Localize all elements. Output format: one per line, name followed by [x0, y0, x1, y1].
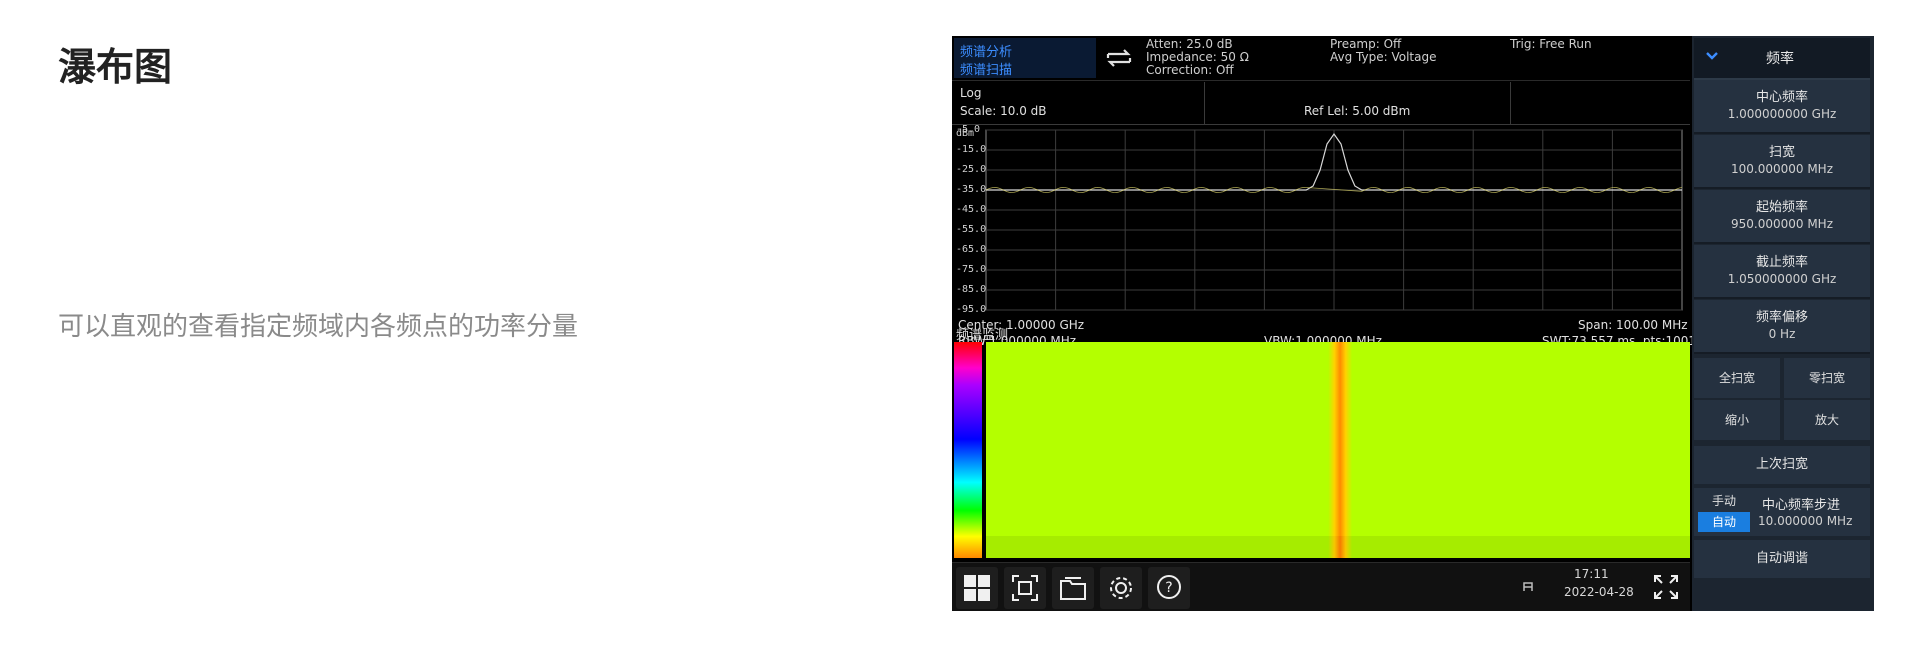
start-freq-label: 起始频率: [1755, 200, 1808, 215]
screenshot-icon[interactable]: [1004, 567, 1046, 609]
center-step-label: 中心频率步进: [1762, 498, 1841, 513]
menu-header[interactable]: 频率: [1694, 38, 1870, 80]
waterfall-recent-rows: [986, 536, 1690, 558]
center-freq-value: 1.000000000 GHz: [1727, 107, 1837, 121]
svg-text:?: ?: [1165, 580, 1172, 596]
ref-level-value: Ref Lel: 5.00 dBm: [1304, 104, 1411, 118]
trig-readout: Trig: Free Run: [1510, 37, 1592, 51]
spectrum-plot[interactable]: [952, 128, 1690, 318]
scale-box: Log Scale: 10.0 dB: [952, 82, 1205, 125]
center-step-control: 手动 自动 中心频率步进 10.000000 MHz: [1694, 488, 1870, 536]
frequency-menu: 频率 中心频率 1.000000000 GHz 扫宽 100.000000 MH…: [1692, 36, 1874, 611]
clock-date: 2022-04-28: [1564, 585, 1634, 599]
span-value: 100.000000 MHz: [1730, 162, 1834, 176]
auto-toggle[interactable]: 自动: [1698, 512, 1750, 532]
full-span-button[interactable]: 全扫宽: [1694, 358, 1780, 398]
mode-selector[interactable]: 频谱分析 频谱扫描: [954, 38, 1096, 78]
center-step-value: 10.000000 MHz: [1758, 514, 1853, 528]
ref-level-box: Ref Lel: 5.00 dBm: [1204, 82, 1511, 125]
user-icon[interactable]: [1520, 577, 1536, 597]
chevron-down-icon: [1706, 52, 1718, 60]
freq-offset-label: 频率偏移: [1755, 310, 1808, 325]
marker-box: [1510, 82, 1690, 125]
span-readout: Span: 100.00 MHz: [1578, 318, 1688, 332]
stop-freq-value: 1.050000000 GHz: [1727, 272, 1837, 286]
fullscreen-icon[interactable]: [1652, 573, 1680, 605]
page-title: 瀑布图: [58, 45, 173, 89]
repeat-icon[interactable]: [1100, 42, 1138, 74]
page-description: 可以直观的查看指定频域内各频点的功率分量: [58, 312, 579, 342]
mode-analysis-label: 频谱分析: [960, 45, 1013, 60]
color-scale-bar: [954, 342, 982, 558]
gear-icon[interactable]: [1100, 567, 1142, 609]
correction-readout: Correction: Off: [1146, 63, 1234, 77]
stop-freq-label: 截止频率: [1755, 255, 1808, 270]
span-label: 扫宽: [1768, 145, 1795, 160]
layout-grid-icon[interactable]: [956, 567, 998, 609]
manual-toggle[interactable]: 手动: [1698, 492, 1750, 510]
scale-value: Scale: 10.0 dB: [960, 104, 1047, 118]
trace-panel[interactable]: Log Scale: 10.0 dB Ref Lel: 5.00 dBm dBm…: [952, 82, 1696, 352]
last-span-button[interactable]: 上次扫宽: [1694, 446, 1870, 484]
clock-time: 17:11: [1574, 567, 1609, 581]
auto-tune-button[interactable]: 自动调谐: [1694, 540, 1870, 578]
freq-offset-value: 0 Hz: [1768, 327, 1796, 341]
zoom-out-button[interactable]: 缩小: [1694, 400, 1780, 440]
zero-span-button[interactable]: 零扫宽: [1784, 358, 1870, 398]
bottom-toolbar: ? 17:11 2022-04-28: [952, 562, 1690, 611]
scale-type: Log: [960, 86, 982, 100]
folder-icon[interactable]: [1052, 567, 1094, 609]
center-freq-label: 中心频率: [1755, 90, 1808, 105]
menu-title: 频率: [1766, 51, 1794, 67]
freq-offset-button[interactable]: 频率偏移 0 Hz: [1694, 300, 1870, 354]
start-freq-button[interactable]: 起始频率 950.000000 MHz: [1694, 190, 1870, 244]
waterfall-display[interactable]: [986, 342, 1690, 558]
help-icon[interactable]: ?: [1148, 567, 1190, 609]
avg-type-readout: Avg Type: Voltage: [1330, 50, 1437, 64]
stop-freq-button[interactable]: 截止频率 1.050000000 GHz: [1694, 245, 1870, 299]
center-freq-button[interactable]: 中心频率 1.000000000 GHz: [1694, 80, 1870, 134]
zoom-in-button[interactable]: 放大: [1784, 400, 1870, 440]
mode-sweep-label: 频谱扫描: [960, 63, 1013, 78]
span-button[interactable]: 扫宽 100.000000 MHz: [1694, 135, 1870, 189]
status-bar: 频谱分析 频谱扫描 Atten: 25.0 dB Impedance: 50 Ω…: [952, 36, 1690, 81]
waterfall-title: 频谱监测: [956, 328, 1009, 343]
start-freq-value: 950.000000 MHz: [1730, 217, 1834, 231]
analyzer-screen: 频谱分析 频谱扫描 Atten: 25.0 dB Impedance: 50 Ω…: [952, 36, 1874, 611]
